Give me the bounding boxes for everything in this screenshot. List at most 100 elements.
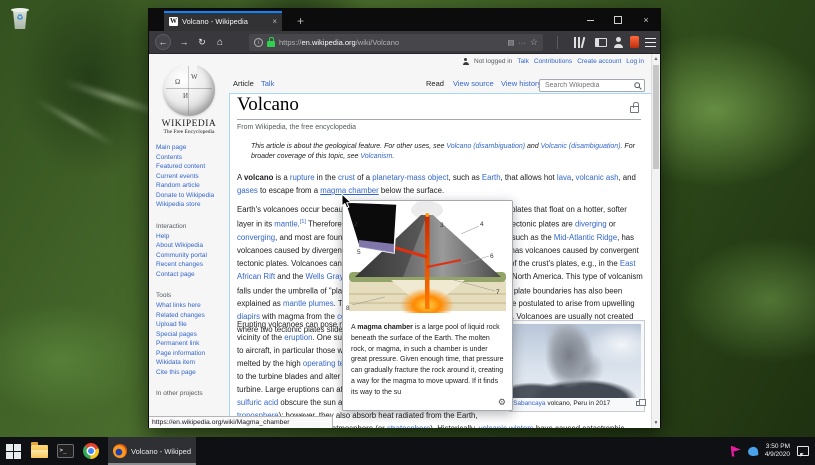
wiki-link[interactable]: gases	[237, 186, 258, 195]
wiki-link[interactable]: mantle plumes	[283, 299, 334, 308]
page-preview-popup[interactable]: 2 3 4 5 6 7 8 A magma chamber is a large…	[342, 200, 513, 411]
page-scrollbar[interactable]: ▲ ▼	[651, 54, 660, 428]
url-domain: en.wikipedia.org	[302, 38, 356, 47]
sidebar-item-cite-this-page[interactable]: Cite this page	[156, 368, 229, 378]
scroll-up-icon[interactable]: ▲	[652, 56, 660, 62]
sidebar-item-recent-changes[interactable]: Recent changes	[156, 260, 229, 270]
back-button[interactable]: ←	[155, 34, 171, 50]
tab-article[interactable]: Article	[233, 79, 254, 88]
maximize-button[interactable]	[604, 9, 632, 31]
sidebar-item-upload-file[interactable]: Upload file	[156, 320, 229, 330]
forward-button[interactable]: →	[176, 37, 192, 47]
search-box[interactable]	[539, 79, 645, 92]
sidebar-item-donate[interactable]: Donate to Wikipedia	[156, 191, 229, 201]
browser-tab-active[interactable]: W Volcano - Wikipedia ×	[164, 11, 282, 31]
new-tab-button[interactable]: +	[291, 12, 310, 30]
sidebar-item-random-article[interactable]: Random article	[156, 181, 229, 191]
sidebar-item-special-pages[interactable]: Special pages	[156, 330, 229, 340]
taskbar-clock[interactable]: 3:50 PM 4/9/2020	[765, 443, 790, 459]
tab-talk[interactable]: Talk	[261, 79, 274, 88]
sidebar-item-about[interactable]: About Wikipedia	[156, 241, 229, 251]
account-icon[interactable]	[613, 37, 624, 48]
wiki-link[interactable]: lava	[557, 173, 571, 182]
sidebar-item-current-events[interactable]: Current events	[156, 172, 229, 182]
wiki-link[interactable]: stratosphere	[387, 424, 430, 428]
sidebar-item-permanent-link[interactable]: Permanent link	[156, 339, 229, 349]
sidebar-item-wikidata-item[interactable]: Wikidata item	[156, 358, 229, 368]
wiki-link[interactable]: Mid-Atlantic Ridge	[554, 233, 617, 242]
minimize-button[interactable]	[576, 9, 604, 31]
wiki-link[interactable]: Volcanism	[360, 153, 392, 160]
wiki-link[interactable]: mantle	[274, 220, 297, 229]
wiki-link[interactable]: eruption	[284, 333, 312, 342]
bookmark-star-icon[interactable]: ☆	[530, 37, 538, 48]
search-icon[interactable]	[634, 82, 642, 90]
menu-icon[interactable]	[645, 38, 656, 47]
sidebar-item-what-links-here[interactable]: What links here	[156, 301, 229, 311]
wiki-link[interactable]: converging	[237, 233, 275, 242]
library-icon[interactable]	[573, 37, 586, 48]
close-button[interactable]: ×	[632, 9, 660, 31]
sidebar-item-store[interactable]: Wikipedia store	[156, 200, 229, 210]
wiki-link[interactable]: volcanic ash	[576, 173, 619, 182]
wiki-link[interactable]: sulfuric acid	[237, 398, 278, 407]
reader-mode-icon[interactable]: ▤	[507, 38, 514, 47]
wikipedia-wordmark[interactable]: WIKIPEDIA	[149, 119, 229, 129]
wiki-sidebar: Ω W И WIKIPEDIA The Free Encyclopedia Ma…	[149, 62, 229, 399]
preview-settings-gear-icon[interactable]: ⚙	[498, 397, 506, 408]
sidebar-item-contact[interactable]: Contact page	[156, 270, 229, 280]
sabancaya-volcano-image[interactable]	[513, 324, 641, 398]
url-bar[interactable]: i https://en.wikipedia.org/wiki/Volcano …	[249, 34, 543, 51]
enlarge-icon[interactable]	[636, 401, 641, 406]
page-tabs-row: Article Talk Read View source View histo…	[229, 79, 651, 94]
svg-text:8: 8	[346, 305, 350, 312]
scrollbar-thumb[interactable]	[653, 65, 659, 169]
file-explorer-button[interactable]	[26, 437, 52, 465]
reload-button[interactable]: ↻	[194, 37, 210, 48]
svg-text:2: 2	[354, 221, 358, 228]
wiki-link[interactable]: Earth	[482, 173, 501, 182]
extension-icon[interactable]	[630, 36, 639, 48]
tab-close-icon[interactable]: ×	[272, 17, 277, 26]
wiki-link[interactable]: rupture	[290, 173, 315, 182]
recycle-bin-icon[interactable]: ♻	[10, 6, 30, 30]
text-fade	[444, 390, 504, 401]
url-text[interactable]: https://en.wikipedia.org/wiki/Volcano	[279, 38, 503, 47]
search-input[interactable]	[543, 80, 631, 91]
site-info-icon[interactable]: i	[254, 38, 263, 47]
wiki-link[interactable]: Sabancaya	[513, 400, 546, 407]
page-actions-icon[interactable]: ···	[518, 38, 526, 47]
https-lock-icon[interactable]	[267, 41, 275, 47]
firefox-task-button[interactable]: Volcano - Wikipedi...	[108, 437, 196, 465]
browser-toolbar: ← → ↻ ⌂ i https://en.wikipedia.org/wiki/…	[149, 31, 660, 54]
wiki-link[interactable]: diverging	[575, 220, 607, 229]
sidebar-item-help[interactable]: Help	[156, 232, 229, 242]
sidebar-item-featured-content[interactable]: Featured content	[156, 162, 229, 172]
start-button[interactable]	[0, 437, 26, 465]
wiki-link[interactable]: Volcanic (disambiguation)	[541, 143, 621, 150]
chrome-button[interactable]	[78, 437, 104, 465]
sidebar-item-main-page[interactable]: Main page	[156, 143, 229, 153]
home-button[interactable]: ⌂	[212, 37, 228, 48]
wiki-link[interactable]: Volcano (disambiguation)	[446, 143, 525, 150]
recycle-icon: ♻	[10, 13, 30, 22]
wiki-link[interactable]: volcanic winters	[479, 424, 534, 428]
sidebar-toggle-icon[interactable]	[595, 38, 607, 47]
action-center-icon[interactable]	[797, 446, 809, 456]
terminal-button[interactable]: >_	[52, 437, 78, 465]
sidebar-item-community-portal[interactable]: Community portal	[156, 251, 229, 261]
wiki-link[interactable]: planetary-mass object	[372, 173, 448, 182]
article-thumbnail[interactable]: Sabancaya volcano, Peru in 2017	[509, 320, 645, 412]
tab-read[interactable]: Read	[426, 79, 444, 88]
wiki-link[interactable]: crust	[338, 173, 355, 182]
sidebar-item-contents[interactable]: Contents	[156, 153, 229, 163]
tab-view-source[interactable]: View source	[453, 79, 494, 88]
sidebar-item-related-changes[interactable]: Related changes	[156, 311, 229, 321]
wikipedia-globe-logo[interactable]: Ω W И	[163, 64, 215, 116]
sidebar-item-page-information[interactable]: Page information	[156, 349, 229, 359]
tab-view-history[interactable]: View history	[501, 79, 541, 88]
tray-icon-blue[interactable]	[747, 446, 758, 456]
terminal-icon: >_	[57, 444, 74, 458]
tray-icon-pink[interactable]	[731, 446, 741, 457]
scroll-down-icon[interactable]: ▼	[652, 420, 660, 426]
